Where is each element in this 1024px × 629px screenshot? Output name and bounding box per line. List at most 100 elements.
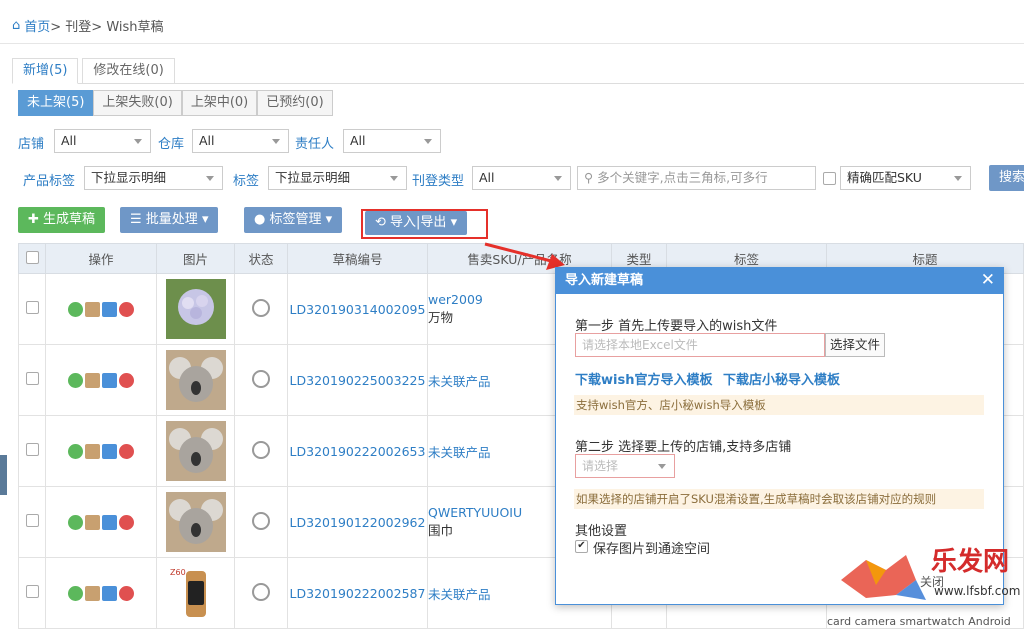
row-status bbox=[234, 273, 288, 345]
edit-icon[interactable] bbox=[102, 302, 117, 317]
choose-file-button[interactable]: 选择文件 bbox=[825, 333, 886, 357]
upload-icon[interactable] bbox=[68, 586, 83, 601]
shop-select[interactable]: All bbox=[54, 129, 151, 153]
status-indicator bbox=[252, 511, 270, 530]
row-checkbox[interactable] bbox=[25, 301, 39, 314]
header-status: 状态 bbox=[234, 243, 288, 274]
save-images-label: 保存图片到通途空间 bbox=[593, 542, 711, 557]
product-image[interactable] bbox=[165, 350, 226, 410]
copy-icon[interactable] bbox=[85, 302, 100, 317]
product-image[interactable] bbox=[165, 279, 226, 339]
delete-icon[interactable] bbox=[119, 302, 134, 317]
owner-label: 责任人 bbox=[295, 137, 335, 152]
chevron-down-icon bbox=[134, 139, 142, 144]
draft-code[interactable]: LD320190222002587 bbox=[287, 557, 428, 629]
row-actions bbox=[45, 486, 157, 558]
tag-icon: ● bbox=[254, 212, 266, 227]
select-all-checkbox[interactable] bbox=[25, 250, 39, 264]
search-icon: ⚲ bbox=[584, 170, 594, 185]
edit-icon[interactable] bbox=[102, 586, 117, 601]
download-official-template-link[interactable]: 下载wish官方导入模板 bbox=[575, 369, 712, 388]
warehouse-select[interactable]: All bbox=[192, 129, 289, 153]
draft-code[interactable]: LD320190222002653 bbox=[287, 415, 428, 487]
header-image: 图片 bbox=[156, 243, 235, 274]
save-images-checkbox[interactable]: ✔ bbox=[575, 540, 588, 553]
exact-sku-select[interactable]: 精确匹配SKU bbox=[840, 166, 971, 190]
listing-type-select[interactable]: All bbox=[472, 166, 571, 190]
chevron-down-icon bbox=[390, 176, 398, 181]
copy-icon[interactable] bbox=[85, 586, 100, 601]
row-checkbox[interactable] bbox=[25, 372, 39, 385]
step2-label: 第二步 选择要上传的店铺,支持多店铺 bbox=[575, 440, 792, 455]
row-image: Z60 bbox=[156, 557, 235, 629]
upload-icon[interactable] bbox=[68, 515, 83, 530]
edit-icon[interactable] bbox=[102, 373, 117, 388]
delete-icon[interactable] bbox=[119, 373, 134, 388]
tab-modify-online[interactable]: 修改在线(0) bbox=[82, 58, 175, 84]
row-checkbox[interactable] bbox=[25, 514, 39, 527]
delete-icon[interactable] bbox=[119, 515, 134, 530]
download-shop-template-link[interactable]: 下载店小秘导入模板 bbox=[723, 369, 840, 388]
chevron-down-icon bbox=[424, 139, 432, 144]
tab-new[interactable]: 新增(5) bbox=[12, 58, 79, 84]
row-image bbox=[156, 486, 235, 558]
delete-icon[interactable] bbox=[119, 444, 134, 459]
row-image bbox=[156, 344, 235, 416]
row-checkbox[interactable] bbox=[25, 585, 39, 598]
product-image[interactable]: Z60 bbox=[165, 563, 226, 623]
chevron-down-icon bbox=[554, 176, 562, 181]
subtab-list-failed[interactable]: 上架失败(0) bbox=[93, 90, 182, 116]
delete-icon[interactable] bbox=[119, 586, 134, 601]
owner-select[interactable]: All bbox=[343, 129, 441, 153]
upload-icon[interactable] bbox=[68, 373, 83, 388]
batch-process-button[interactable]: ☰ 批量处理 ▾ bbox=[120, 207, 219, 233]
warehouse-label: 仓库 bbox=[158, 137, 185, 152]
product-tag-label: 产品标签 bbox=[23, 174, 76, 189]
create-draft-button[interactable]: ✚ 生成草稿 bbox=[18, 207, 106, 233]
header-actions: 操作 bbox=[45, 243, 157, 274]
tag-select[interactable]: 下拉显示明细 bbox=[268, 166, 407, 190]
row-actions bbox=[45, 415, 157, 487]
edit-icon[interactable] bbox=[102, 515, 117, 530]
row-actions bbox=[45, 344, 157, 416]
tag-manage-button[interactable]: ● 标签管理 ▾ bbox=[244, 207, 343, 233]
copy-icon[interactable] bbox=[85, 373, 100, 388]
store-select[interactable]: 请选择 bbox=[575, 454, 675, 478]
upload-icon[interactable] bbox=[68, 302, 83, 317]
edit-icon[interactable] bbox=[102, 444, 117, 459]
chevron-down-icon: ▾ bbox=[201, 212, 209, 227]
draft-code[interactable]: LD320190314002095 bbox=[287, 273, 428, 345]
template-note: 支持wish官方、店小秘wish导入模板 bbox=[574, 395, 984, 415]
subtab-scheduled[interactable]: 已预约(0) bbox=[257, 90, 333, 116]
sidebar-toggle-handle[interactable] bbox=[0, 455, 7, 495]
listing-type-label: 刊登类型 bbox=[412, 174, 465, 189]
subtab-not-listed[interactable]: 未上架(5) bbox=[18, 90, 94, 116]
row-select bbox=[18, 273, 46, 345]
step1-label: 第一步 首先上传要导入的wish文件 bbox=[575, 319, 778, 334]
status-indicator bbox=[252, 582, 270, 601]
search-button[interactable]: 搜索 bbox=[989, 165, 1024, 191]
product-image[interactable] bbox=[165, 492, 226, 552]
row-status bbox=[234, 486, 288, 558]
row-select bbox=[18, 415, 46, 487]
title-snippet: card camera smartwatch Android bbox=[827, 615, 1011, 628]
home-icon[interactable]: ⌂ bbox=[12, 18, 20, 33]
row-select bbox=[18, 486, 46, 558]
upload-icon[interactable] bbox=[68, 444, 83, 459]
draft-code[interactable]: LD320190225003225 bbox=[287, 344, 428, 416]
file-input[interactable]: 请选择本地Excel文件 bbox=[575, 333, 825, 357]
row-checkbox[interactable] bbox=[25, 443, 39, 456]
header-draft-code: 草稿编号 bbox=[287, 243, 428, 274]
exact-sku-checkbox[interactable] bbox=[823, 172, 836, 185]
product-tag-select[interactable]: 下拉显示明细 bbox=[84, 166, 223, 190]
breadcrumb: ⌂ 首页 > 刊登> Wish草稿 bbox=[0, 8, 1024, 44]
breadcrumb-home[interactable]: 首页 bbox=[24, 16, 50, 35]
product-image[interactable] bbox=[165, 421, 226, 481]
close-icon[interactable]: ✕ bbox=[981, 270, 995, 290]
subtab-listing[interactable]: 上架中(0) bbox=[181, 90, 258, 116]
copy-icon[interactable] bbox=[85, 515, 100, 530]
keyword-input[interactable]: ⚲ 多个关键字,点击三角标,可多行 bbox=[577, 166, 816, 190]
status-subtabs: 未上架(5) 上架失败(0) 上架中(0) 已预约(0) bbox=[18, 90, 333, 116]
draft-code[interactable]: LD320190122002962 bbox=[287, 486, 428, 558]
copy-icon[interactable] bbox=[85, 444, 100, 459]
